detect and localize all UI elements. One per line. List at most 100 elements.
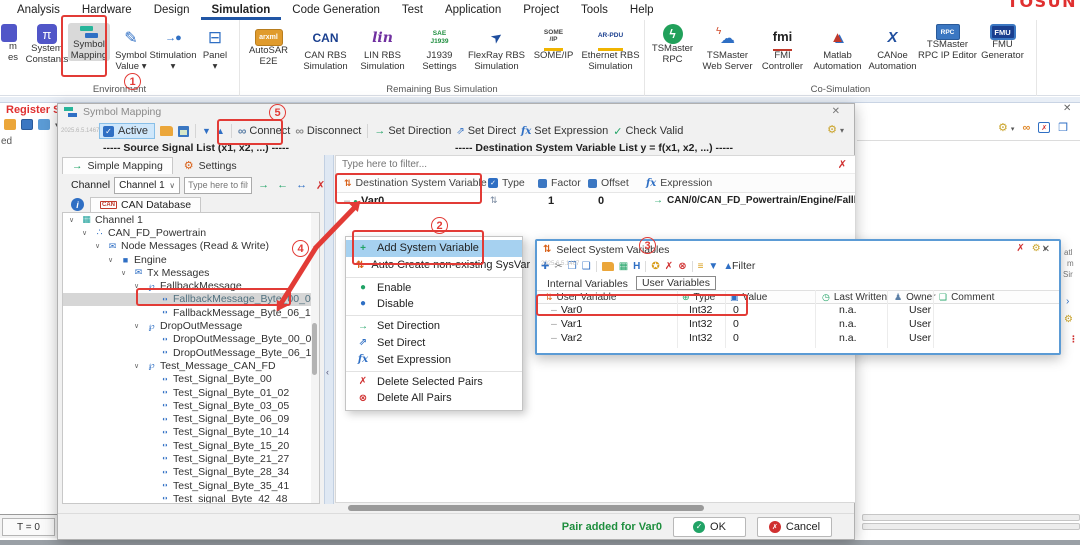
menu-item-enable[interactable]: ● Enable bbox=[346, 277, 522, 296]
delete-icon[interactable]: ✗ bbox=[665, 261, 673, 272]
expander-icon[interactable]: ∨ bbox=[134, 322, 143, 330]
menu-item-set-expression[interactable]: fx Set Expression bbox=[346, 351, 522, 368]
active-checkbox[interactable]: ✓ Active bbox=[99, 123, 155, 139]
expander-icon[interactable]: ∨ bbox=[108, 256, 117, 264]
panel-handle[interactable] bbox=[862, 523, 1080, 530]
open-icon[interactable] bbox=[602, 262, 614, 271]
cancel-button[interactable]: ✗Cancel bbox=[757, 517, 832, 537]
menu-item-delete-all-pairs[interactable]: ⊗ Delete All Pairs bbox=[346, 390, 522, 407]
open-icon[interactable] bbox=[160, 126, 173, 136]
column-user-variable[interactable]: User Variable bbox=[557, 292, 617, 303]
set-direction-button[interactable]: →Set Direction bbox=[374, 125, 451, 137]
ribbon-button-symbol-value[interactable]: ✎ Symbol Value ▾ bbox=[110, 23, 152, 72]
separator[interactable] bbox=[645, 261, 646, 272]
tree-item[interactable]: ∨ ▦ Channel 1 bbox=[63, 213, 319, 226]
clear-icon[interactable]: ✗ bbox=[1016, 243, 1024, 254]
tree-item[interactable]: ∨ ℘ FallbackMessage bbox=[63, 279, 319, 292]
sysvar-row[interactable]: Var2 Int32 0 n.a. User bbox=[537, 332, 1059, 346]
move-down-icon[interactable]: ▼ bbox=[708, 261, 718, 272]
wrench-dropdown[interactable]: ⚙ ▾ bbox=[1032, 243, 1047, 254]
set-direct-button[interactable]: ⇗Set Direct bbox=[456, 125, 516, 137]
tab-simple-mapping[interactable]: →Simple Mapping bbox=[62, 157, 173, 174]
close-icon[interactable]: ✕ bbox=[1063, 103, 1071, 114]
tab-internal-variables[interactable]: Internal Variables bbox=[543, 278, 632, 290]
tab-user-variables[interactable]: User Variables bbox=[636, 276, 716, 290]
menu-item[interactable]: Test bbox=[391, 0, 434, 20]
tree-item[interactable]: ◖◗ Test_Signal_Byte_06_09 bbox=[63, 412, 319, 425]
save-icon[interactable] bbox=[21, 119, 33, 130]
menu-item-disable[interactable]: ● Disable bbox=[346, 296, 522, 313]
column-type[interactable]: Type bbox=[694, 292, 716, 303]
signal-filter-input[interactable] bbox=[184, 177, 252, 194]
horizontal-scrollbar[interactable] bbox=[62, 504, 850, 512]
tree-item[interactable]: ∨ ■ Engine bbox=[63, 253, 319, 266]
ribbon-button-panel[interactable]: ⊟ Panel ▾ bbox=[194, 23, 236, 72]
column-comment[interactable]: Comment bbox=[951, 292, 994, 303]
tree-item[interactable]: ◖◗ Test_Signal_Byte_35_41 bbox=[63, 479, 319, 492]
menu-item[interactable]: Hardware bbox=[71, 0, 143, 20]
tree-view-icon[interactable]: ≡ bbox=[698, 261, 704, 272]
tree-item[interactable]: ∨ ℘ Test_Message_CAN_FD bbox=[63, 359, 319, 372]
column-owner[interactable]: Owner bbox=[906, 292, 935, 303]
ribbon-button-stimulation[interactable]: →● Stimulation ▾ bbox=[152, 23, 194, 72]
delete-all-icon[interactable]: ⊗ bbox=[678, 261, 686, 272]
ribbon-button-system-constants[interactable]: π System Constants bbox=[26, 23, 68, 65]
ribbon-button-autosar-e2e[interactable]: arxml AutoSAR E2E bbox=[240, 23, 297, 67]
menu-item[interactable]: Help bbox=[619, 0, 665, 20]
menu-item[interactable]: Design bbox=[143, 0, 201, 20]
expander-icon[interactable]: ∨ bbox=[121, 269, 130, 277]
save-icon[interactable]: ▦ bbox=[619, 261, 628, 272]
tab-can-database[interactable]: CAN CAN Database bbox=[90, 197, 201, 212]
menu-item[interactable]: Code Generation bbox=[281, 0, 391, 20]
expander-icon[interactable]: ∨ bbox=[69, 216, 78, 224]
tree-item[interactable]: ◖◗ Test_Signal_Byte_28_34 bbox=[63, 466, 319, 479]
ribbon-button-canoe-automation[interactable]: X CANoe Automation bbox=[865, 23, 920, 72]
save-icon[interactable] bbox=[178, 126, 189, 137]
clipboard-icon[interactable]: ❐ bbox=[1058, 121, 1068, 134]
ribbon-button-fmu-generator[interactable]: FMU FMU Generator bbox=[975, 23, 1030, 61]
column-value[interactable]: Value bbox=[743, 292, 768, 303]
tools-icon[interactable]: ⚙ ▾ bbox=[998, 121, 1014, 134]
map-left-icon[interactable]: ← bbox=[275, 179, 290, 191]
menu-item-set-direction[interactable]: → Set Direction bbox=[346, 315, 522, 334]
ribbon-button-tsmaster-web-server[interactable]: ☁ TSMaster Web Server bbox=[700, 23, 755, 72]
badge-icon[interactable]: ✪ bbox=[651, 261, 659, 272]
mapping-row[interactable]: ●Var0 ⇅ 1 0 →CAN/0/CAN_FD_Powertrain/Eng… bbox=[336, 193, 855, 211]
panel-handle[interactable] bbox=[862, 514, 1080, 521]
scrollbar-thumb[interactable] bbox=[312, 323, 317, 375]
menu-item-add-system-variable[interactable]: + Add System Variable bbox=[346, 240, 522, 257]
menu-item-delete-selected-pairs[interactable]: ✗ Delete Selected Pairs bbox=[346, 371, 522, 390]
destination-filter-input[interactable] bbox=[336, 159, 816, 170]
ribbon-button-fmi-controller[interactable]: fmi FMI Controller bbox=[755, 23, 810, 72]
close-window-icon[interactable]: ✗ bbox=[1038, 122, 1050, 133]
tree-item[interactable]: ◖◗ FallbackMessage_Byte_06_10 bbox=[63, 306, 319, 319]
expander-icon[interactable]: ∨ bbox=[95, 242, 104, 250]
check-valid-button[interactable]: ✓Check Valid bbox=[613, 125, 683, 138]
move-up-icon[interactable]: ▲ bbox=[216, 126, 225, 136]
column-offset[interactable]: Offset bbox=[601, 177, 629, 189]
move-down-icon[interactable]: ▼ bbox=[202, 126, 211, 136]
sysvar-row[interactable]: Var1 Int32 0 n.a. User bbox=[537, 318, 1059, 332]
column-last-written[interactable]: Last Written bbox=[834, 292, 887, 303]
tree-item[interactable]: ◖◗ DropOutMessage_Byte_00_05 bbox=[63, 333, 319, 346]
tab-settings[interactable]: ⚙Settings bbox=[175, 157, 246, 174]
clear-filter-icon[interactable]: ✗ bbox=[838, 158, 847, 171]
map-both-icon[interactable]: ↔ bbox=[294, 179, 309, 191]
expander-icon[interactable]: ∨ bbox=[134, 282, 143, 290]
tree-item[interactable]: ◖◗ Test_Signal_Byte_03_05 bbox=[63, 399, 319, 412]
tree-item[interactable]: ◖◗ Test_signal_Byte_42_48 bbox=[63, 492, 319, 504]
paste-icon[interactable]: ❑ bbox=[582, 261, 591, 272]
ok-button[interactable]: ✓OK bbox=[673, 517, 746, 537]
wrench-dropdown[interactable]: ⚙ ▾ bbox=[827, 123, 844, 136]
tree-item[interactable]: ◖◗ Test_Signal_Byte_01_02 bbox=[63, 386, 319, 399]
column-destination-variable[interactable]: Destination System Variable bbox=[356, 177, 487, 189]
ribbon-button-clipped[interactable]: m es bbox=[0, 23, 26, 63]
close-icon[interactable]: ✕ bbox=[832, 106, 840, 117]
separator[interactable] bbox=[692, 261, 693, 272]
expander-icon[interactable]: ∨ bbox=[134, 362, 143, 370]
tree-item[interactable]: ◖◗ Test_Signal_Byte_21_27 bbox=[63, 452, 319, 465]
ribbon-button-tsmaster-rpc-ip-editor[interactable]: RPC TSMaster RPC IP Editor bbox=[920, 23, 975, 61]
column-expression[interactable]: Expression bbox=[660, 177, 712, 189]
panel-splitter[interactable]: ‹ bbox=[324, 155, 334, 504]
menu-item[interactable]: Project bbox=[512, 0, 570, 20]
